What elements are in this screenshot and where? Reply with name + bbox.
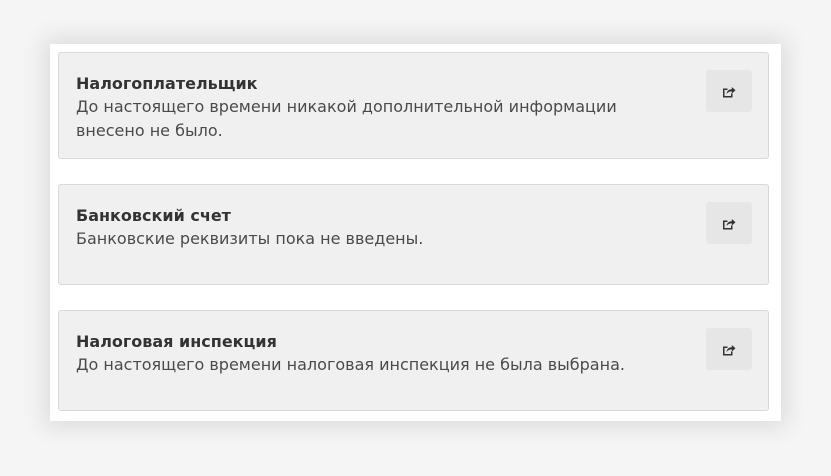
share-edit-icon [722, 217, 736, 230]
bank-account-description: Банковские реквизиты пока не введены. [76, 229, 424, 248]
share-edit-icon [722, 85, 736, 98]
bank-account-edit-button[interactable] [706, 202, 752, 244]
tax-office-title: Налоговая инспекция [76, 332, 277, 351]
tax-office-description: До настоящего времени налоговая инспекци… [76, 355, 625, 374]
taxpayer-panel: Налогоплательщик До настоящего времени н… [58, 52, 769, 159]
bank-account-title: Банковский счет [76, 206, 231, 225]
info-card: Налогоплательщик До настоящего времени н… [50, 44, 781, 421]
taxpayer-description: До настоящего времени никакой дополнител… [76, 97, 617, 140]
share-edit-icon [722, 343, 736, 356]
taxpayer-title: Налогоплательщик [76, 74, 258, 93]
tax-office-edit-button[interactable] [706, 328, 752, 370]
taxpayer-edit-button[interactable] [706, 70, 752, 112]
bank-account-panel: Банковский счет Банковские реквизиты пок… [58, 184, 769, 285]
tax-office-panel: Налоговая инспекция До настоящего времен… [58, 310, 769, 411]
